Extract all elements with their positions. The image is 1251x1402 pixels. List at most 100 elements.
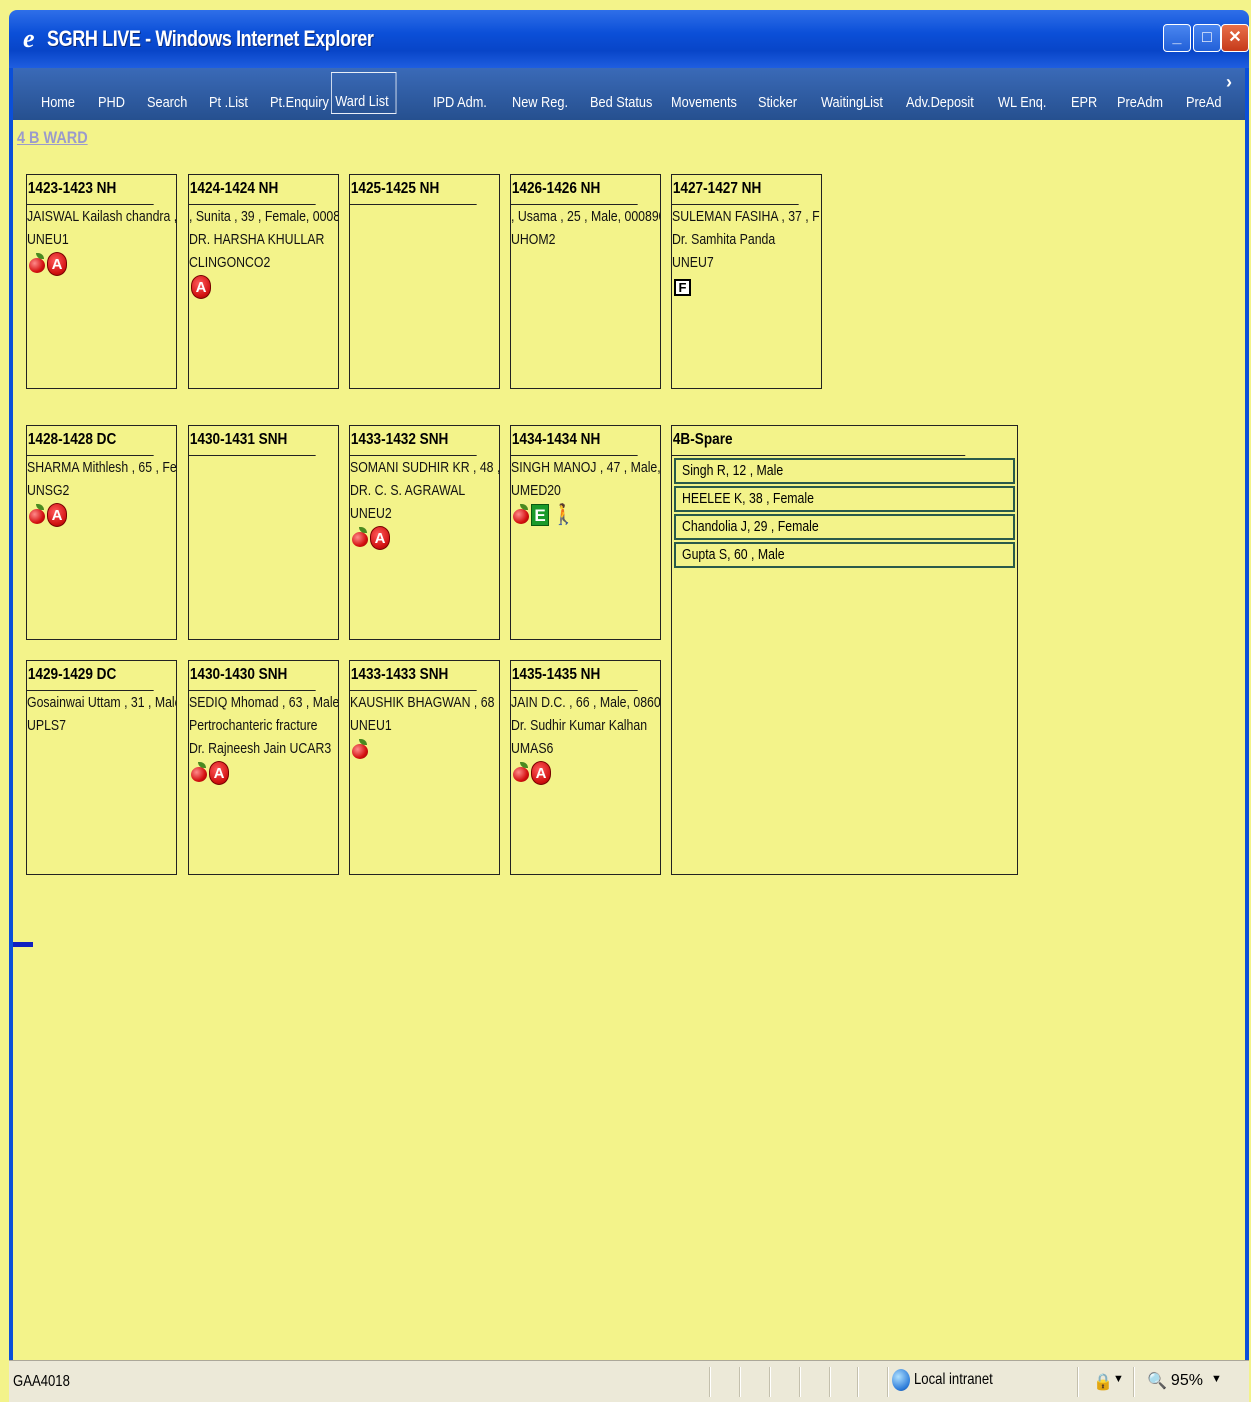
patient-name: SINGH MANOJ , 47 , Male, [511, 459, 661, 476]
bed-number: 1434-1434 NH [511, 426, 638, 456]
menu-item-sticker[interactable]: Sticker [758, 94, 797, 111]
apple-icon [191, 762, 207, 782]
doctor-name: Dr. Rajneesh Jain UCAR3 [189, 740, 332, 757]
menu-item-adv-deposit[interactable]: Adv.Deposit [906, 94, 974, 111]
apple-icon [352, 739, 368, 759]
menu-scroll-right-icon[interactable]: › [1226, 72, 1232, 93]
zoom-control[interactable]: 🔍 95% [1147, 1371, 1203, 1391]
focus-marker [13, 942, 33, 947]
patient-name: Gosainwai Uttam , 31 , Male [27, 694, 177, 711]
apple-icon [513, 504, 529, 524]
menu-item-ward-list[interactable]: Ward List [331, 72, 397, 114]
chevron-down-icon[interactable]: ▼ [1211, 1373, 1222, 1385]
alert-a-icon: A [47, 503, 67, 527]
bed-card[interactable]: 1424-1424 NH , Sunita , 39 , Female, 000… [188, 174, 339, 389]
menu-item-home[interactable]: Home [41, 94, 75, 111]
chevron-down-icon[interactable]: ▼ [1113, 1373, 1124, 1385]
bed-card[interactable]: 1430-1430 SNH SEDIQ Mhomad , 63 , Male P… [188, 660, 339, 875]
bed-number: 1433-1433 SNH [350, 661, 477, 691]
patient-name: JAIN D.C. , 66 , Male, 0860 [511, 694, 661, 711]
bed-card[interactable]: 1433-1432 SNH SOMANI SUDHIR KR , 48 , DR… [349, 425, 500, 640]
bed-card[interactable]: 1434-1434 NH SINGH MANOJ , 47 , Male, UM… [510, 425, 661, 640]
close-button[interactable]: ✕ [1221, 24, 1249, 52]
bed-card[interactable]: 1423-1423 NH JAISWAL Kailash chandra , U… [26, 174, 177, 389]
bed-number: 1435-1435 NH [511, 661, 638, 691]
zoom-level: 95% [1170, 1372, 1203, 1389]
menu-item-pt-enquiry[interactable]: Pt.Enquiry [270, 94, 329, 111]
alert-a-icon: A [531, 761, 551, 785]
unit-code: UNEU7 [672, 254, 714, 271]
bed-card[interactable]: 1435-1435 NH JAIN D.C. , 66 , Male, 0860… [510, 660, 661, 875]
bed-card[interactable]: 1428-1428 DC SHARMA Mithlesh , 65 , Fe U… [26, 425, 177, 640]
window-title-bar[interactable]: e SGRH LIVE - Windows Internet Explorer … [9, 10, 1249, 68]
unit-code: CLINGONCO2 [189, 254, 271, 271]
menu-item-epr[interactable]: EPR [1071, 94, 1097, 111]
bed-number: 1425-1425 NH [350, 175, 477, 205]
spare-patient-row[interactable]: Gupta S, 60 , Male [674, 542, 1015, 568]
security-zone[interactable]: Local intranet [892, 1369, 1010, 1391]
menu-item-waiting-list[interactable]: WaitingList [821, 94, 883, 111]
maximize-button[interactable]: □ [1193, 24, 1221, 52]
unit-code: UMED20 [511, 482, 561, 499]
doctor-name: Dr. Sudhir Kumar Kalhan [511, 717, 648, 734]
spare-patient-row[interactable]: Chandolia J, 29 , Female [674, 514, 1015, 540]
menu-item-new-reg[interactable]: New Reg. [512, 94, 568, 111]
intranet-globe-icon [892, 1369, 910, 1391]
doctor-name: DR. HARSHA KHULLAR [189, 231, 325, 248]
unit-code: UNSG2 [27, 482, 70, 499]
menu-item-movements[interactable]: Movements [671, 94, 737, 111]
bed-card[interactable]: 1430-1431 SNH [188, 425, 339, 640]
bed-number: 1427-1427 NH [672, 175, 799, 205]
window-frame-left [9, 68, 13, 1360]
unit-code: UPLS7 [27, 717, 66, 734]
patient-name: , Usama , 25 , Male, 000890 [511, 208, 661, 225]
spare-title: 4B-Spare [672, 426, 966, 456]
spare-patient-row[interactable]: HEELEE K, 38 , Female [674, 486, 1015, 512]
menu-item-search[interactable]: Search [147, 94, 187, 111]
minimize-button[interactable]: _ [1163, 24, 1191, 52]
menu-item-bed-status[interactable]: Bed Status [590, 94, 652, 111]
bed-number: 1423-1423 NH [27, 175, 154, 205]
doctor-name: DR. C. S. AGRAWAL [350, 482, 466, 499]
menu-item-preadm[interactable]: PreAdm [1117, 94, 1163, 111]
spare-patients-panel: 4B-Spare Singh R, 12 , Male HEELEE K, 38… [671, 425, 1018, 875]
bed-card[interactable]: 1426-1426 NH , Usama , 25 , Male, 000890… [510, 174, 661, 389]
menu-item-phd[interactable]: PHD [98, 94, 125, 111]
bed-number: 1429-1429 DC [27, 661, 154, 691]
apple-icon [513, 762, 529, 782]
e-flag-icon: E [531, 504, 549, 526]
menu-item-wl-enq[interactable]: WL Enq. [998, 94, 1046, 111]
menu-item-pt-list[interactable]: Pt .List [209, 94, 248, 111]
menu-item-ipd-adm[interactable]: IPD Adm. [433, 94, 487, 111]
bed-card[interactable]: 1429-1429 DC Gosainwai Uttam , 31 , Male… [26, 660, 177, 875]
bed-number: 1430-1430 SNH [189, 661, 316, 691]
unit-code: UNEU1 [27, 231, 69, 248]
bed-number: 1430-1431 SNH [189, 426, 316, 456]
menu-bar: Home PHD Search Pt .List Pt.Enquiry Ward… [13, 68, 1245, 120]
alert-a-icon: A [47, 252, 67, 276]
f-flag-icon: F [674, 278, 691, 296]
patient-name: SULEMAN FASIHA , 37 , F [672, 208, 820, 225]
zone-label: Local intranet [914, 1371, 993, 1388]
patient-name: JAISWAL Kailash chandra , [27, 208, 177, 225]
alert-a-icon: A [209, 761, 229, 785]
unit-code: UHOM2 [511, 231, 556, 248]
spare-patient-row[interactable]: Singh R, 12 , Male [674, 458, 1015, 484]
unit-code: UMAS6 [511, 740, 554, 757]
unit-code: UNEU2 [350, 505, 392, 522]
patient-name: , Sunita , 39 , Female, 0008 [189, 208, 339, 225]
patient-name: SOMANI SUDHIR KR , 48 , [350, 459, 500, 476]
bed-number: 1428-1428 DC [27, 426, 154, 456]
apple-icon [29, 504, 45, 524]
bed-card[interactable]: 1427-1427 NH SULEMAN FASIHA , 37 , F Dr.… [671, 174, 822, 389]
doctor-name: Dr. Samhita Panda [672, 231, 776, 248]
alert-a-icon: A [370, 526, 390, 550]
bed-card[interactable]: 1425-1425 NH [349, 174, 500, 389]
person-icon: 🚶 [551, 504, 576, 526]
status-bar: GAA4018 Local intranet 🔒 ▼ 🔍 95% ▼ [9, 1360, 1249, 1402]
bed-card[interactable]: 1433-1433 SNH KAUSHIK BHAGWAN , 68 , UNE… [349, 660, 500, 875]
menu-item-pread[interactable]: PreAd [1186, 94, 1221, 111]
protected-mode-icon[interactable]: 🔒 [1093, 1372, 1113, 1392]
patient-name: SEDIQ Mhomad , 63 , Male [189, 694, 339, 711]
ward-title-link[interactable]: 4 B WARD [17, 128, 88, 148]
